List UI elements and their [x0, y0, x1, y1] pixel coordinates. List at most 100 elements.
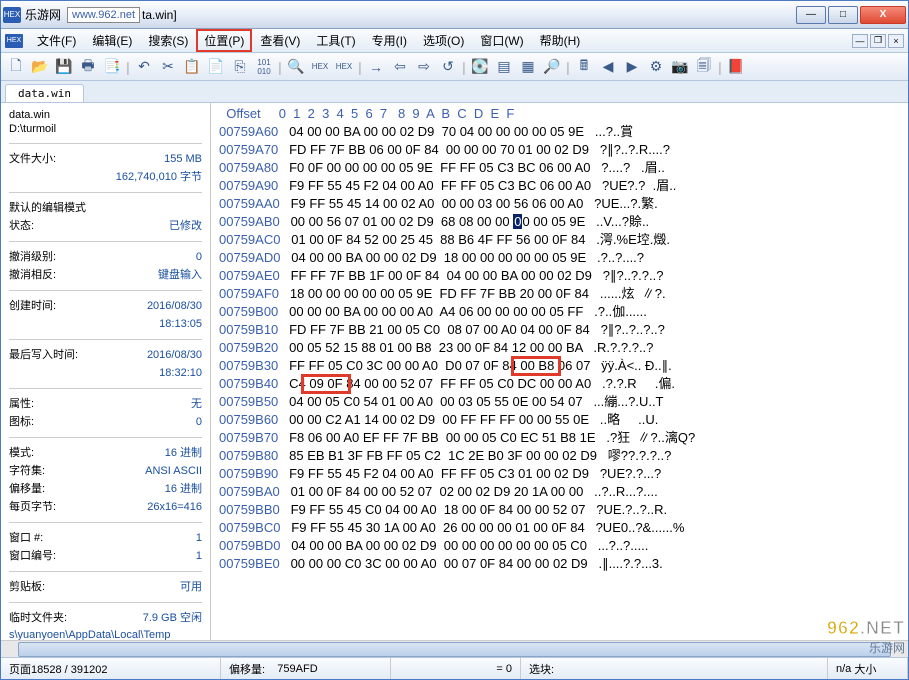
- disk-icon[interactable]: 💽: [469, 56, 491, 78]
- cut-icon[interactable]: ✂: [157, 56, 179, 78]
- tmp-val: 7.9 GB 空闲: [143, 611, 202, 625]
- close-button[interactable]: X: [860, 6, 906, 24]
- hex-row[interactable]: 00759A80 F0 0F 00 00 00 00 05 9E FF FF 0…: [219, 159, 904, 177]
- hex-row[interactable]: 00759B20 00 05 52 15 88 01 00 B8 23 00 0…: [219, 339, 904, 357]
- attr-val: 无: [191, 397, 202, 411]
- properties-icon[interactable]: 📑: [101, 56, 123, 78]
- hex-row[interactable]: 00759AA0 F9 FF 55 45 14 00 02 A0 00 00 0…: [219, 195, 904, 213]
- window-buttons: — □ X: [796, 6, 906, 24]
- hash-icon[interactable]: ⚙: [645, 56, 667, 78]
- camera-icon[interactable]: 📷: [669, 56, 691, 78]
- search-hex-icon[interactable]: HEX: [309, 56, 331, 78]
- h-scrollbar[interactable]: [1, 640, 908, 657]
- bpr-label: 每页字节:: [9, 500, 56, 514]
- hex-view[interactable]: Offset 0 1 2 3 4 5 6 7 8 9 A B C D E F 0…: [211, 103, 908, 640]
- titlebar[interactable]: HEX 乐游网 www.962.net ta.win] — □ X: [1, 1, 908, 29]
- menu-帮助[interactable]: 帮助(H): [532, 29, 589, 52]
- hex-row[interactable]: 00759A60 04 00 00 BA 00 00 02 D9 70 04 0…: [219, 123, 904, 141]
- file-tab[interactable]: data.win: [5, 84, 84, 102]
- go-fwd-icon[interactable]: ⇨: [413, 56, 435, 78]
- print-icon[interactable]: 🖶: [77, 56, 99, 78]
- arrow-right-icon[interactable]: →: [365, 56, 387, 78]
- hex-row[interactable]: 00759AB0 00 00 56 07 01 00 02 D9 68 08 0…: [219, 213, 904, 231]
- hex-row[interactable]: 00759B00 00 00 00 BA 00 00 00 A0 A4 06 0…: [219, 303, 904, 321]
- hex-row[interactable]: 00759BD0 04 00 00 BA 00 00 02 D9 00 00 0…: [219, 537, 904, 555]
- replace-hex-icon[interactable]: HEX: [333, 56, 355, 78]
- menu-工具[interactable]: 工具(T): [308, 29, 363, 52]
- mdi-buttons: — ❐ ×: [852, 34, 908, 48]
- ctime-val: 2016/08/30: [147, 299, 202, 313]
- menu-文件[interactable]: 文件(F): [29, 29, 84, 52]
- tabbar: data.win: [1, 81, 908, 103]
- copy-icon[interactable]: 📋: [181, 56, 203, 78]
- menu-位置[interactable]: 位置(P): [196, 29, 252, 52]
- sp-filename: data.win: [9, 109, 202, 121]
- hex-row[interactable]: 00759B60 00 00 C2 A1 14 00 02 D9 00 FF F…: [219, 411, 904, 429]
- new-icon[interactable]: 🗋: [5, 56, 27, 78]
- menu-选项[interactable]: 选项(O): [415, 29, 472, 52]
- hex-row[interactable]: 00759AE0 FF FF 7F BB 1F 00 0F 84 04 00 0…: [219, 267, 904, 285]
- hex-row[interactable]: 00759B80 85 EB B1 3F FB FF 05 C2 1C 2E B…: [219, 447, 904, 465]
- help-icon[interactable]: 📕: [725, 56, 747, 78]
- state-val: 已修改: [169, 219, 202, 233]
- mdi-close-button[interactable]: ×: [888, 34, 904, 48]
- mdi-restore-button[interactable]: ❐: [870, 34, 886, 48]
- hex-row[interactable]: 00759BC0 F9 FF 55 45 30 1A 00 A0 26 00 0…: [219, 519, 904, 537]
- menu-窗口[interactable]: 窗口(W): [472, 29, 531, 52]
- minimize-button[interactable]: —: [796, 6, 826, 24]
- separator: |: [125, 56, 131, 78]
- hex-row[interactable]: 00759AF0 18 00 00 00 00 00 05 9E FD FF 7…: [219, 285, 904, 303]
- hex-icon: HEX: [5, 34, 23, 48]
- scroll-thumb[interactable]: [18, 642, 891, 657]
- loop-icon[interactable]: ↺: [437, 56, 459, 78]
- hex-row[interactable]: 00759B10 FD FF 7F BB 21 00 05 C0 08 07 0…: [219, 321, 904, 339]
- status-size-label: 大小: [854, 661, 876, 677]
- tmp-label: 临时文件夹:: [9, 611, 67, 625]
- status-sel-label: 选块:: [529, 661, 554, 677]
- menu-搜索[interactable]: 搜索(S): [140, 29, 196, 52]
- hex-row[interactable]: 00759B40 C4 09 0F 84 00 00 52 07 FF FF 0…: [219, 375, 904, 393]
- hex-row[interactable]: 00759BE0 00 00 00 C0 3C 00 00 A0 00 07 0…: [219, 555, 904, 573]
- ctime-val2: 18:13:05: [159, 317, 202, 331]
- chip-icon[interactable]: ▦: [517, 56, 539, 78]
- hex-row[interactable]: 00759B50 04 00 05 C0 54 01 00 A0 00 03 0…: [219, 393, 904, 411]
- hex-row[interactable]: 00759A90 F9 FF 55 45 F2 04 00 A0 FF FF 0…: [219, 177, 904, 195]
- copy-hex-icon[interactable]: ⎘: [229, 56, 251, 78]
- hex-row[interactable]: 00759BA0 01 00 0F 84 00 00 52 07 02 00 0…: [219, 483, 904, 501]
- undo-icon[interactable]: ↶: [133, 56, 155, 78]
- docs-icon[interactable]: 🗐: [693, 56, 715, 78]
- hex-row[interactable]: 00759A70 FD FF 7F BB 06 00 0F 84 00 00 0…: [219, 141, 904, 159]
- nav-left-icon[interactable]: ◀: [597, 56, 619, 78]
- search-icon[interactable]: 🔍: [285, 56, 307, 78]
- separator: |: [565, 56, 571, 78]
- lens-icon[interactable]: 🔎: [541, 56, 563, 78]
- app-window: HEX 乐游网 www.962.net ta.win] — □ X HEX 文件…: [0, 0, 909, 680]
- open-icon[interactable]: 📂: [29, 56, 51, 78]
- hex-row[interactable]: 00759B90 F9 FF 55 45 F2 04 00 A0 FF FF 0…: [219, 465, 904, 483]
- filesize-label: 文件大小:: [9, 152, 56, 166]
- hex-row[interactable]: 00759B70 F8 06 00 A0 EF FF 7F BB 00 00 0…: [219, 429, 904, 447]
- separator: |: [461, 56, 467, 78]
- undorev-val: 键盘输入: [158, 268, 202, 282]
- mdi-min-button[interactable]: —: [852, 34, 868, 48]
- nav-right-icon[interactable]: ▶: [621, 56, 643, 78]
- menu-专用[interactable]: 专用(I): [364, 29, 415, 52]
- ram-icon[interactable]: ▤: [493, 56, 515, 78]
- paste-icon[interactable]: 📄: [205, 56, 227, 78]
- defedit-label: 默认的编辑模式: [9, 201, 86, 215]
- calc-icon[interactable]: 🖩: [573, 56, 595, 78]
- hex-row[interactable]: 00759AD0 04 00 00 BA 00 00 02 D9 18 00 0…: [219, 249, 904, 267]
- hex-row[interactable]: 00759AC0 01 00 0F 84 52 00 25 45 88 B6 4…: [219, 231, 904, 249]
- wnd-val: 1: [196, 531, 202, 545]
- save-icon[interactable]: 💾: [53, 56, 75, 78]
- hex-row[interactable]: 00759BB0 F9 FF 55 45 C0 04 00 A0 18 00 0…: [219, 501, 904, 519]
- app-icon: HEX: [3, 7, 21, 23]
- data-101-icon[interactable]: 101010: [253, 56, 275, 78]
- status-na: n/a: [836, 663, 851, 675]
- menu-编辑[interactable]: 编辑(E): [84, 29, 140, 52]
- charset-label: 字符集:: [9, 464, 45, 478]
- menu-查看[interactable]: 查看(V): [252, 29, 308, 52]
- hex-row[interactable]: 00759B30 FF FF 05 C0 3C 00 00 A0 D0 07 0…: [219, 357, 904, 375]
- go-back-icon[interactable]: ⇦: [389, 56, 411, 78]
- maximize-button[interactable]: □: [828, 6, 858, 24]
